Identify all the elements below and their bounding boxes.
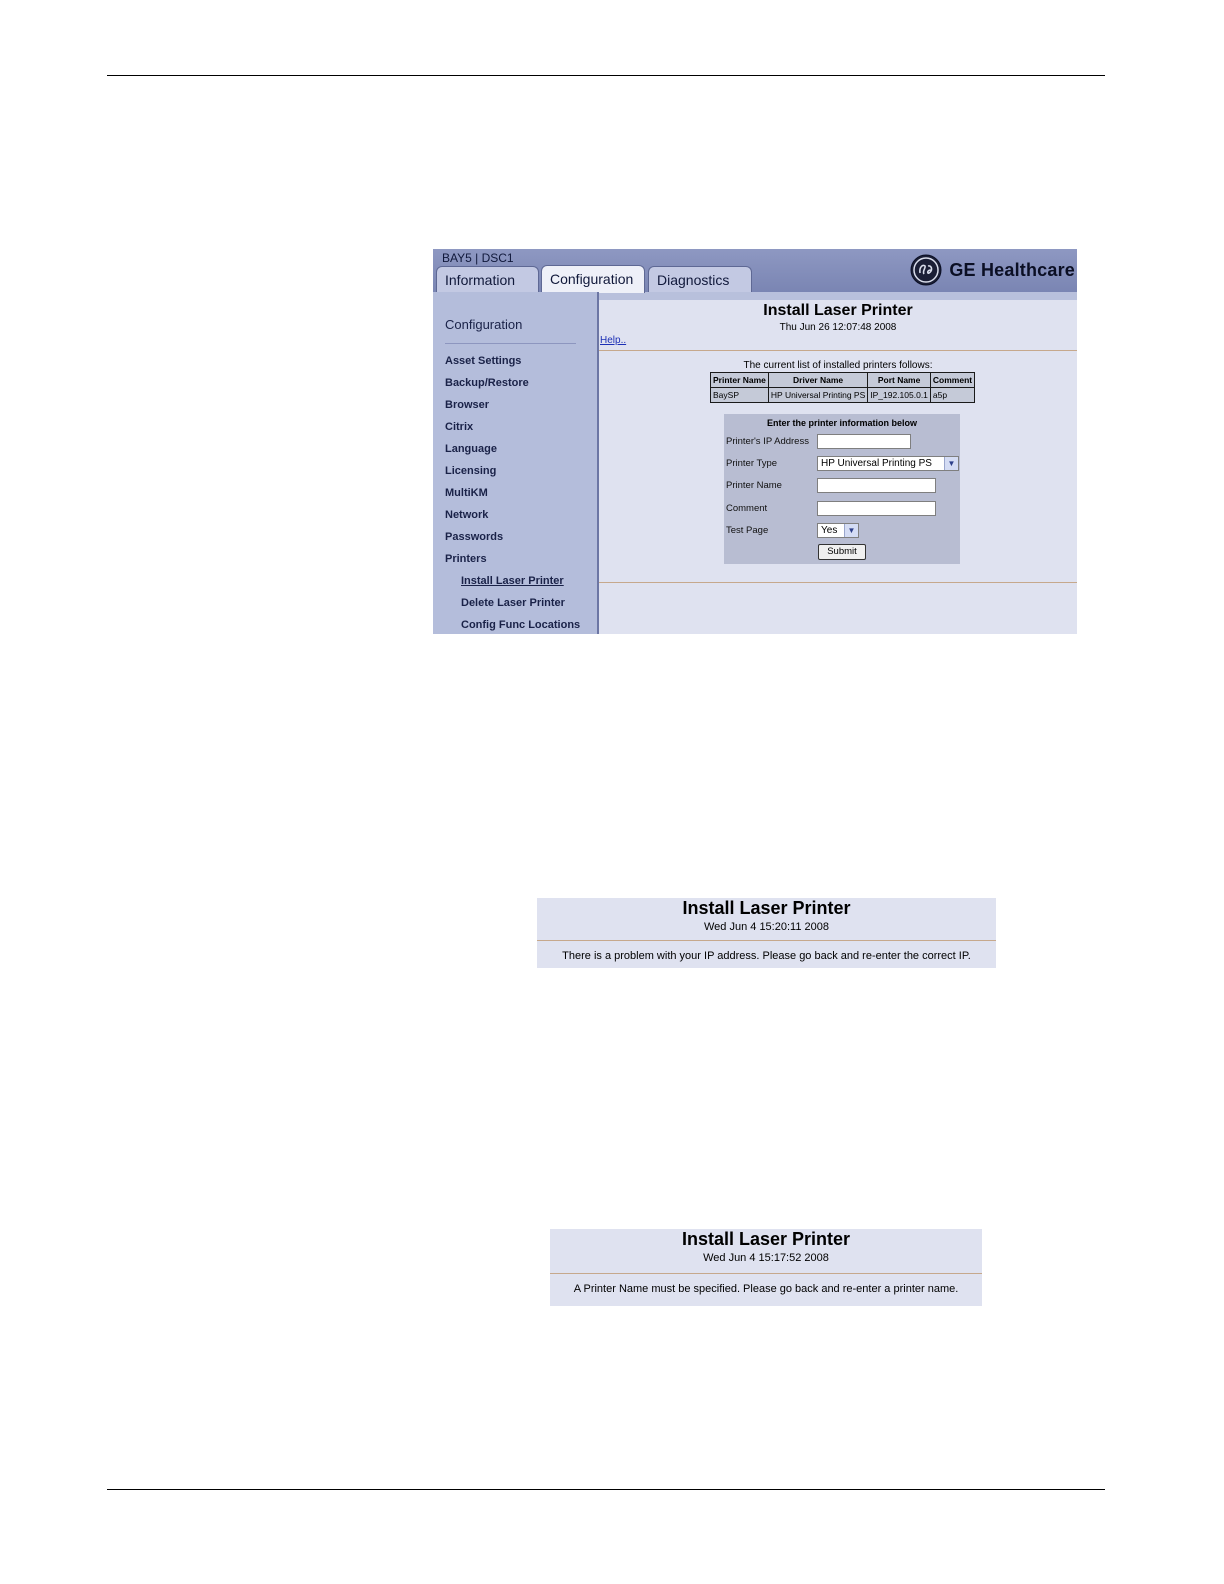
tab-configuration[interactable]: Configuration [541, 265, 645, 293]
name-error-divider [550, 1273, 982, 1274]
sidebar-item-printers[interactable]: Printers [445, 553, 487, 565]
column-header-printer-name: Printer Name [710, 372, 769, 388]
table-header-row: Printer Name Driver Name Port Name Comme… [710, 372, 976, 388]
sidebar-item-browser[interactable]: Browser [445, 399, 489, 411]
cell-printer-name: BaySP [710, 387, 769, 403]
name-error-message: A Printer Name must be specified. Please… [573, 1283, 959, 1295]
sidebar-item-passwords[interactable]: Passwords [445, 531, 503, 543]
ip-error-title: Install Laser Printer [682, 898, 851, 918]
brand: GE Healthcare [910, 254, 1075, 286]
sidebar-subitem-config-func-locations[interactable]: Config Func Locations [461, 619, 580, 631]
content-divider [599, 350, 1077, 351]
help-link[interactable]: Help.. [600, 335, 626, 346]
chevron-down-icon[interactable]: ▼ [944, 457, 958, 470]
cell-comment: a5p [929, 387, 976, 403]
sidebar-subitem-install-laser-printer[interactable]: Install Laser Printer [461, 575, 564, 587]
ip-error-divider [537, 940, 996, 941]
test-page-selected-value: Yes [821, 525, 838, 536]
sidebar-divider [445, 343, 576, 344]
sidebar-item-multikm[interactable]: MultiKM [445, 487, 488, 499]
tab-information[interactable]: Information [436, 266, 539, 292]
printer-type-select[interactable]: HP Universal Printing PS ▼ [817, 456, 959, 471]
comment-input[interactable] [817, 501, 936, 516]
sidebar-item-backup-restore[interactable]: Backup/Restore [445, 377, 529, 389]
sidebar-item-language[interactable]: Language [445, 443, 497, 455]
tab-diagnostics[interactable]: Diagnostics [648, 266, 752, 292]
sidebar-item-licensing[interactable]: Licensing [445, 465, 496, 477]
sidebar-item-citrix[interactable]: Citrix [445, 421, 473, 433]
cell-port-name: IP_192.105.0.1 [867, 387, 931, 403]
column-header-port-name: Port Name [867, 372, 931, 388]
ip-error-date: Wed Jun 4 15:20:11 2008 [704, 921, 829, 933]
name-error-date: Wed Jun 4 15:17:52 2008 [703, 1252, 829, 1264]
printer-type-label: Printer Type [726, 458, 778, 469]
ge-logo-icon [910, 254, 942, 286]
printer-type-selected-value: HP Universal Printing PS [821, 458, 932, 469]
top-rule [107, 75, 1105, 76]
printer-name-input[interactable] [817, 478, 936, 493]
sidebar-subitem-delete-laser-printer[interactable]: Delete Laser Printer [461, 597, 565, 609]
column-header-driver-name: Driver Name [767, 372, 869, 388]
sidebar-title: Configuration [445, 317, 523, 332]
ip-address-input[interactable] [817, 434, 911, 449]
install-laser-printer-screenshot: BAY5 | DSC1 Information Configuration Di… [433, 249, 1077, 634]
name-error-title: Install Laser Printer [681, 1229, 851, 1249]
form-heading: Enter the printer information below [766, 418, 917, 428]
sidebar-item-asset-settings[interactable]: Asset Settings [445, 355, 521, 367]
printer-name-label: Printer Name [726, 480, 782, 491]
app-header: BAY5 | DSC1 Information Configuration Di… [433, 249, 1077, 293]
sidebar-item-network[interactable]: Network [445, 509, 488, 521]
main-content: Install Laser Printer Thu Jun 26 12:07:4… [599, 300, 1077, 634]
comment-label: Comment [726, 503, 768, 514]
ip-error-message: There is a problem with your IP address.… [562, 950, 971, 962]
test-page-select[interactable]: Yes ▼ [817, 523, 859, 538]
cell-driver-name: HP Universal Printing PS [767, 387, 869, 403]
sidebar: Configuration Asset Settings Backup/Rest… [433, 292, 599, 634]
content-footer-divider [599, 582, 1077, 583]
installed-printers-table: Printer Name Driver Name Port Name Comme… [710, 372, 976, 403]
device-id: BAY5 | DSC1 [442, 251, 514, 265]
chevron-down-icon[interactable]: ▼ [844, 524, 858, 537]
test-page-label: Test Page [726, 525, 769, 536]
page-date: Thu Jun 26 12:07:48 2008 [779, 322, 897, 333]
bottom-rule [107, 1489, 1105, 1490]
brand-name: GE Healthcare [949, 259, 1075, 280]
printer-list-caption: The current list of installed printers f… [743, 360, 933, 371]
column-header-comment: Comment [929, 372, 976, 388]
submit-button[interactable]: Submit [818, 544, 866, 560]
table-row: BaySP HP Universal Printing PS IP_192.10… [710, 387, 976, 403]
ip-error-panel: Install Laser Printer Wed Jun 4 15:20:11… [537, 898, 996, 968]
ip-address-label: Printer's IP Address [726, 436, 809, 447]
page-title: Install Laser Printer [763, 302, 913, 319]
printer-info-form: Enter the printer information below Prin… [724, 414, 960, 564]
printer-name-error-panel: Install Laser Printer Wed Jun 4 15:17:52… [550, 1229, 982, 1306]
